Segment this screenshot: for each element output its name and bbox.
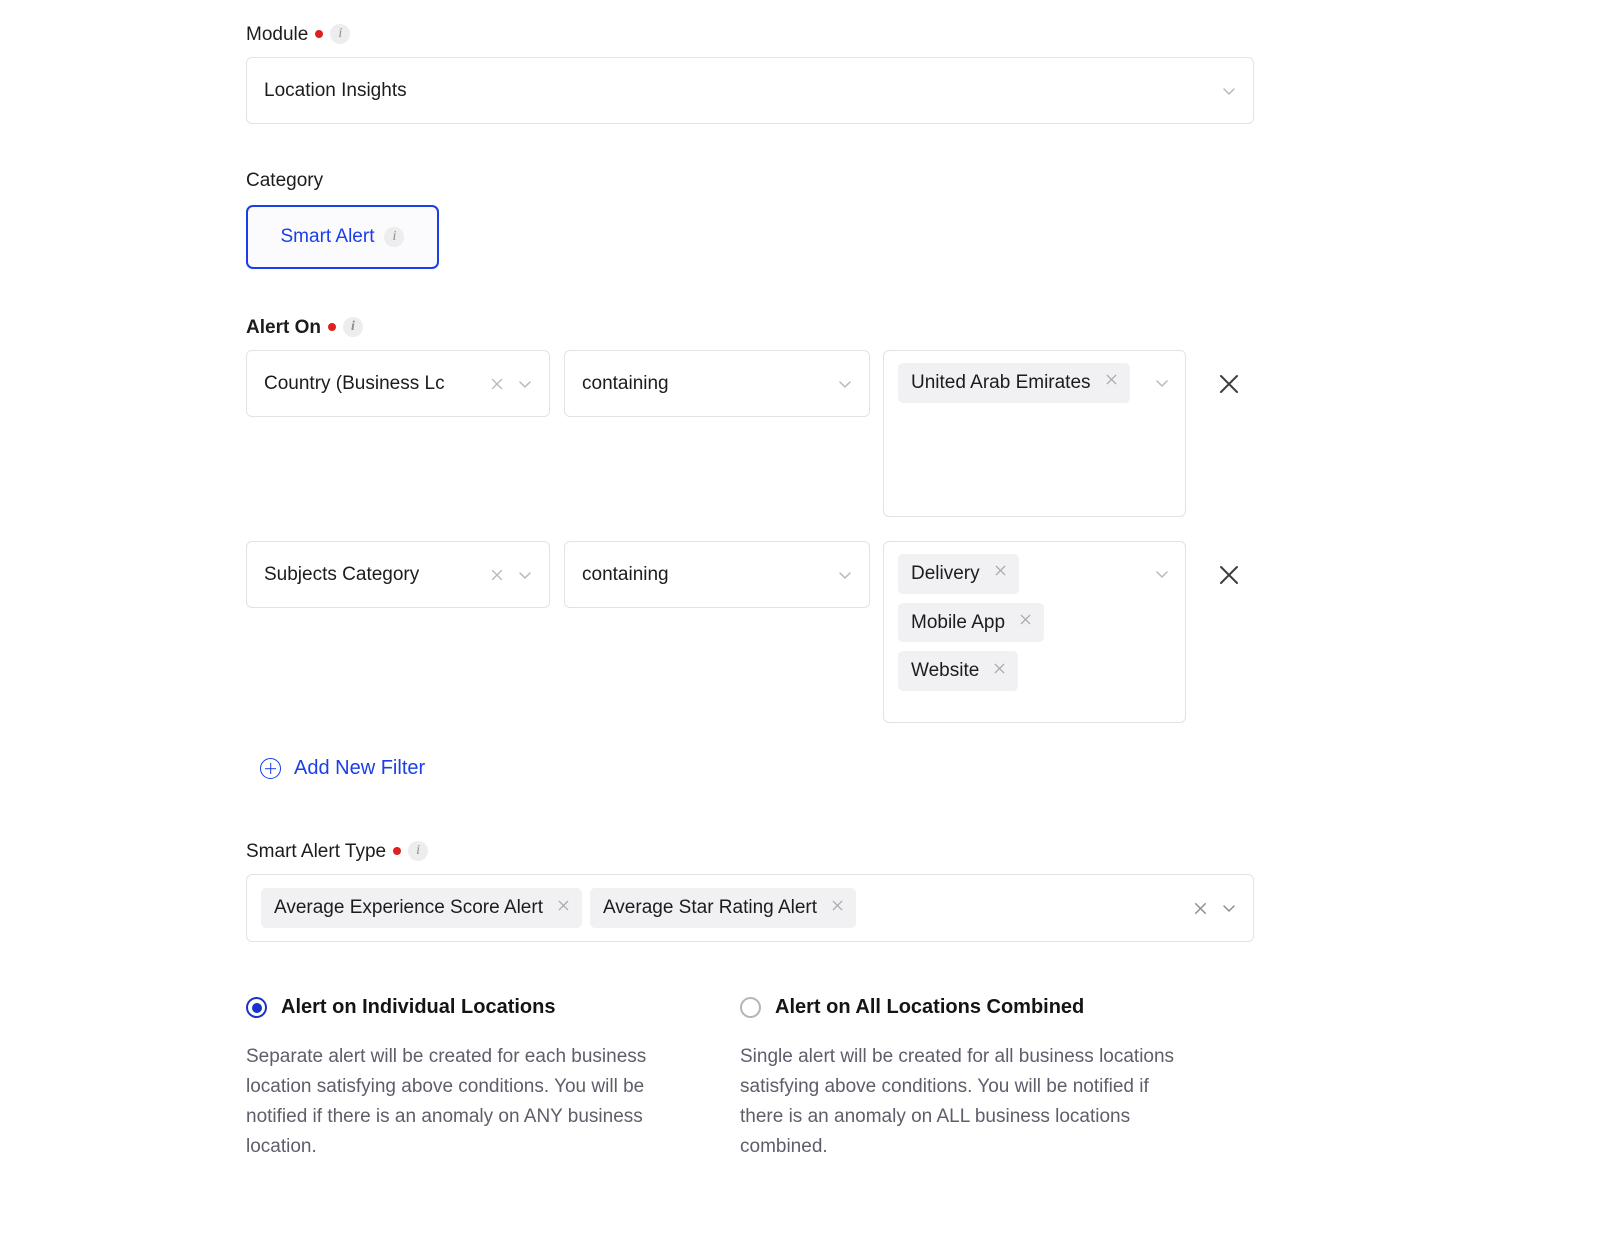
filter-subject-select[interactable]: Country (Business Lc — [246, 350, 550, 417]
chevron-down-icon[interactable] — [835, 565, 855, 585]
smart-alert-type-label: Smart Alert Type i — [246, 840, 429, 862]
smart-alert-type-tag: Average Star Rating Alert — [589, 888, 857, 928]
remove-filter-row-button[interactable] — [1214, 560, 1244, 590]
smart-alert-type-multiselect[interactable]: Average Experience Score Alert Average S… — [246, 874, 1254, 942]
filter-subject-value: Country (Business Lc — [264, 372, 445, 394]
filter-value-tag: Website — [898, 651, 1019, 691]
filter-value-tag-label: Delivery — [911, 563, 980, 584]
alert-scope-option-combined[interactable]: Alert on All Locations Combined Single a… — [740, 996, 1190, 1162]
filter-value-tag: Mobile App — [898, 602, 1045, 643]
filter-value-tag: Delivery — [898, 554, 1019, 594]
chevron-down-icon[interactable] — [835, 374, 855, 394]
filter-value-tag-label: United Arab Emirates — [911, 372, 1091, 393]
close-icon[interactable] — [556, 897, 571, 920]
chevron-down-icon[interactable] — [1146, 554, 1172, 589]
filter-operator-value: containing — [582, 563, 669, 585]
smart-alert-type-tag-label: Average Star Rating Alert — [602, 897, 818, 919]
smart-alert-type-label-text: Smart Alert Type — [246, 840, 387, 862]
info-icon[interactable]: i — [342, 317, 363, 337]
smart-alert-type-tag-label: Average Experience Score Alert — [274, 897, 543, 919]
radio-option-title: Alert on Individual Locations — [281, 996, 556, 1018]
required-dot-icon — [393, 847, 402, 855]
alert-scope-option-individual[interactable]: Alert on Individual Locations Separate a… — [246, 996, 696, 1162]
filter-value-tag-label: Mobile App — [911, 611, 1006, 633]
chevron-down-icon[interactable] — [515, 565, 535, 585]
add-new-filter-button[interactable]: Add New Filter — [260, 757, 425, 780]
filter-operator-select[interactable]: containing — [564, 350, 870, 417]
chevron-down-icon[interactable] — [515, 374, 535, 394]
add-new-filter-label: Add New Filter — [294, 757, 426, 779]
smart-alert-type-tag-list: Average Experience Score Alert Average S… — [261, 888, 1192, 928]
close-icon[interactable] — [992, 660, 1007, 683]
chevron-down-icon[interactable] — [1219, 81, 1239, 101]
radio-option-description: Single alert will be created for all bus… — [740, 1046, 1175, 1157]
info-icon[interactable]: i — [330, 24, 351, 44]
remove-filter-row-button[interactable] — [1214, 369, 1244, 399]
radio-option-header[interactable]: Alert on Individual Locations — [246, 996, 696, 1019]
filter-values-multiselect[interactable]: Delivery Mobile App Website — [883, 541, 1186, 723]
category-label: Category — [246, 171, 323, 190]
smart-alert-type-tag: Average Experience Score Alert — [261, 888, 582, 928]
filter-values-tag-list: Delivery Mobile App Website — [898, 554, 1146, 691]
radio-option-title: Alert on All Locations Combined — [775, 996, 1085, 1018]
close-icon[interactable] — [993, 562, 1008, 585]
filter-subject-select[interactable]: Subjects Category — [246, 541, 550, 608]
module-label: Module i — [246, 23, 351, 45]
close-icon[interactable] — [1018, 611, 1033, 634]
alert-on-label: Alert On i — [246, 317, 363, 337]
radio-button-selected[interactable] — [246, 997, 267, 1018]
category-chip-label: Smart Alert — [280, 226, 375, 247]
required-dot-icon — [327, 323, 336, 331]
module-select-value: Location Insights — [264, 79, 407, 101]
filter-value-tag: United Arab Emirates — [898, 363, 1130, 403]
module-select[interactable]: Location Insights — [246, 57, 1254, 124]
filter-value-tag-label: Website — [911, 660, 980, 682]
module-label-text: Module — [246, 23, 309, 45]
close-icon[interactable] — [1192, 900, 1209, 917]
filter-values-tag-list: United Arab Emirates — [898, 363, 1146, 403]
category-chip-smart-alert[interactable]: Smart Alert i — [246, 205, 439, 269]
close-icon[interactable] — [489, 376, 505, 392]
filter-operator-value: containing — [582, 372, 669, 394]
filter-operator-select[interactable]: containing — [564, 541, 870, 608]
chevron-down-icon[interactable] — [1146, 363, 1172, 398]
radio-button-unselected[interactable] — [740, 997, 761, 1018]
alert-on-label-text: Alert On — [246, 316, 321, 338]
info-icon[interactable]: i — [408, 841, 429, 861]
plus-circle-icon — [260, 758, 281, 779]
category-label-text: Category — [246, 170, 324, 191]
required-dot-icon — [315, 30, 324, 38]
close-icon[interactable] — [489, 567, 505, 583]
close-icon[interactable] — [1104, 371, 1119, 394]
radio-option-description: Separate alert will be created for each … — [246, 1046, 647, 1157]
info-icon[interactable]: i — [384, 227, 405, 247]
radio-option-header[interactable]: Alert on All Locations Combined — [740, 996, 1190, 1019]
chevron-down-icon[interactable] — [1219, 898, 1239, 918]
filter-values-multiselect[interactable]: United Arab Emirates — [883, 350, 1186, 517]
filter-subject-value: Subjects Category — [264, 563, 420, 585]
close-icon[interactable] — [830, 897, 845, 920]
